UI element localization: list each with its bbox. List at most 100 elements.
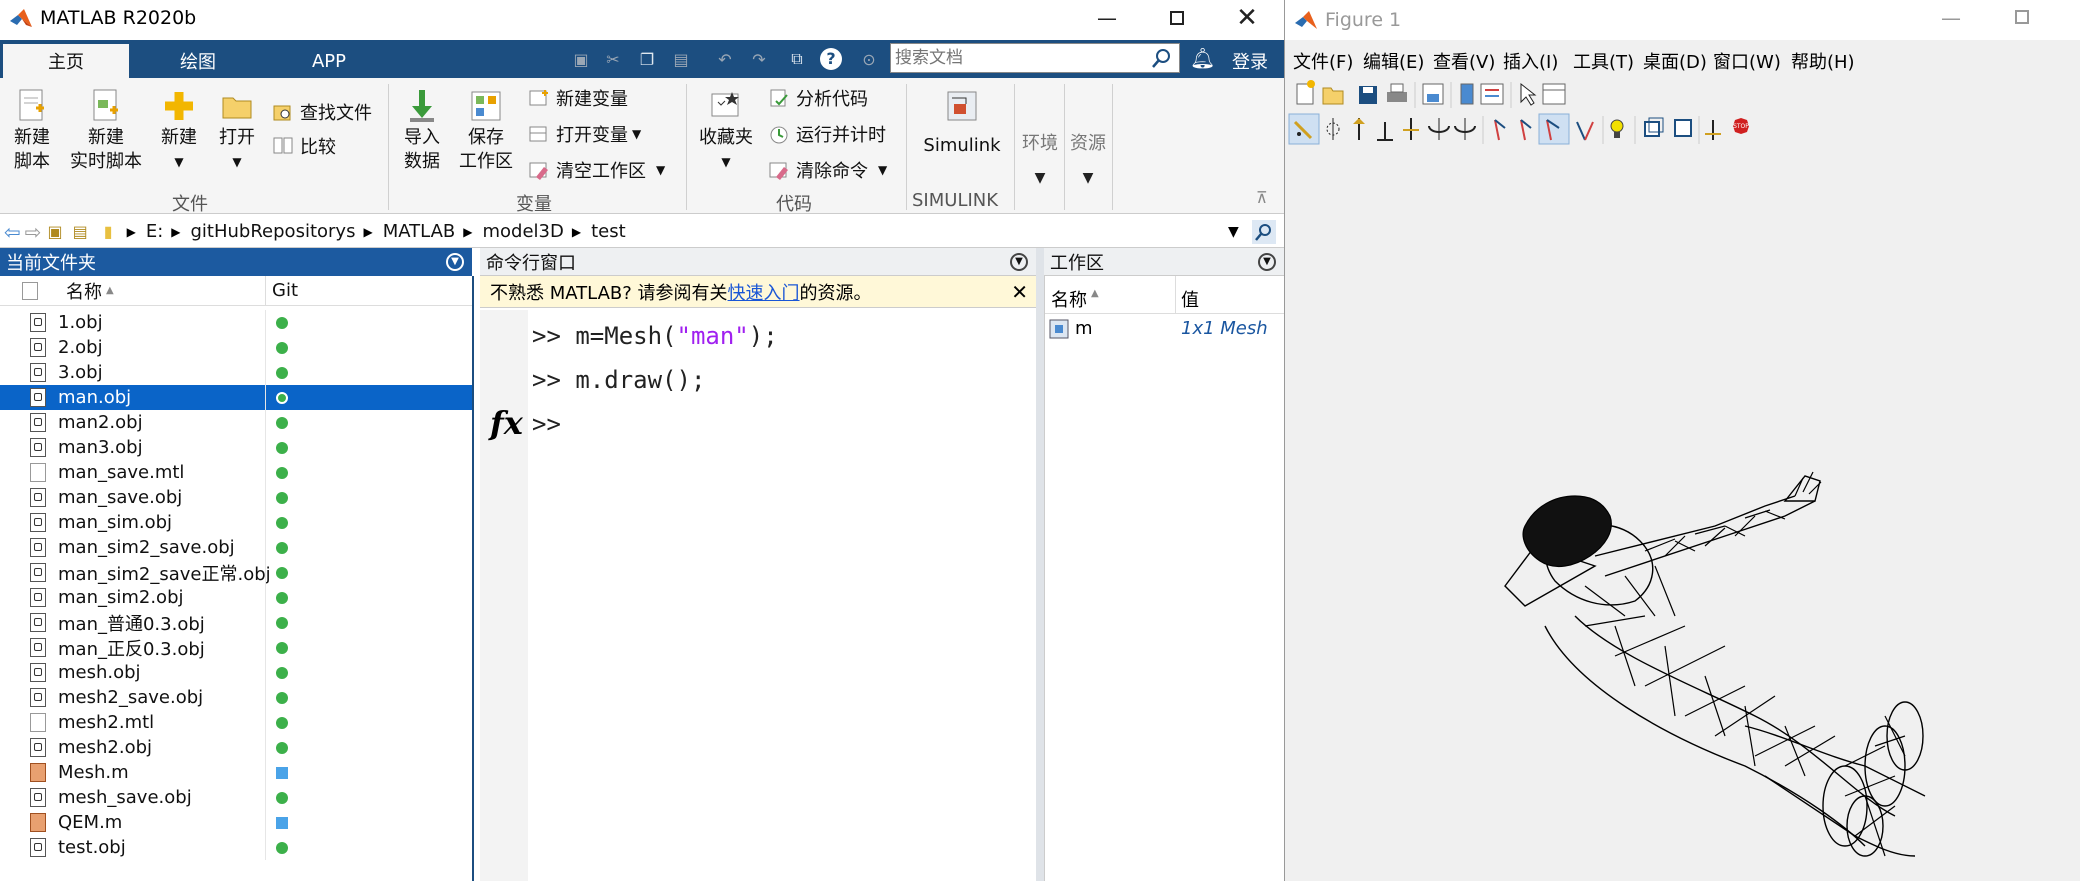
path-segment[interactable]: gitHubRepositorys [191, 221, 356, 242]
paste-icon[interactable]: ▤ [668, 46, 694, 72]
forward-icon[interactable]: ⇨ [25, 220, 42, 244]
panel-menu-icon[interactable]: ▼ [1258, 252, 1276, 271]
switch-windows-icon[interactable]: ⧉ [784, 46, 810, 72]
clear-workspace-button[interactable]: 清空工作区 ▼ [528, 156, 665, 184]
panel-splitter[interactable] [1036, 248, 1044, 881]
scene-light-icon[interactable] [1705, 120, 1721, 140]
file-row[interactable]: man_sim2.obj [0, 585, 472, 610]
workspace-row[interactable]: m 1x1 Mesh [1045, 316, 1284, 342]
figure-maximize-button[interactable] [2015, 10, 2029, 24]
edit-plot-arrow-icon[interactable] [1520, 82, 1537, 106]
file-row[interactable]: Mesh.m [0, 760, 472, 785]
copy-icon[interactable]: ❐ [634, 46, 660, 72]
new-script-button[interactable]: 新建 脚本 [10, 88, 54, 174]
function-browser-icon[interactable]: fx [490, 404, 523, 442]
file-row[interactable]: man_sim.obj [0, 510, 472, 535]
browse-folder-icon[interactable]: ▤ [73, 222, 88, 241]
file-row[interactable]: man_普通0.3.obj [0, 610, 472, 635]
panel-menu-icon[interactable]: ▼ [446, 253, 464, 271]
figure-minimize-button[interactable]: — [1941, 6, 1961, 30]
path-segment[interactable]: E: [146, 221, 163, 242]
data-cursor-icon[interactable] [1454, 118, 1476, 140]
panel-menu-icon[interactable]: ▼ [1010, 252, 1028, 271]
search-icon[interactable] [1151, 47, 1173, 69]
undo-icon[interactable]: ↶ [712, 46, 738, 72]
file-row[interactable]: 3.obj [0, 360, 472, 385]
new-dropdown-button[interactable]: 新建 ▼ [158, 88, 200, 174]
file-row[interactable]: 1.obj [0, 310, 472, 335]
doc-search-input[interactable] [891, 48, 1141, 68]
ws-value-column-header[interactable]: 值 [1181, 286, 1199, 312]
close-notice-icon[interactable]: ✕ [1011, 280, 1028, 304]
pan-icon[interactable] [1403, 118, 1419, 140]
save-figure-icon[interactable] [1359, 86, 1377, 104]
link-plot-icon[interactable] [1422, 83, 1444, 105]
command-prompt[interactable]: >> [532, 410, 561, 438]
data-tips-icon[interactable] [1326, 118, 1340, 140]
close-button[interactable]: ✕ [1212, 0, 1282, 36]
figure-menu-item[interactable]: 查看(V) [1433, 48, 1495, 74]
file-row[interactable]: test.obj [0, 835, 472, 860]
compare-button[interactable]: 比较 [272, 132, 336, 160]
figure-menu-item[interactable]: 帮助(H) [1791, 48, 1855, 74]
zoom-in-icon[interactable] [1353, 118, 1365, 140]
doc-search-box[interactable] [890, 43, 1180, 73]
figure-menu-item[interactable]: 文件(F) [1293, 48, 1353, 74]
print-icon[interactable] [1387, 83, 1407, 102]
file-row[interactable]: man_save.mtl [0, 460, 472, 485]
file-row[interactable]: man2.obj [0, 410, 472, 435]
open-dropdown-button[interactable]: 打开 ▼ [216, 88, 258, 174]
file-row[interactable]: mesh2.obj [0, 735, 472, 760]
path-segment[interactable]: model3D [482, 221, 563, 242]
property-inspector-icon[interactable] [1542, 83, 1566, 105]
colorbar-icon[interactable] [1460, 83, 1474, 105]
file-row[interactable]: mesh.obj [0, 660, 472, 685]
projection-perspective-icon[interactable] [1644, 117, 1664, 137]
back-icon[interactable]: ⇦ [4, 220, 21, 244]
file-row[interactable]: man_save.obj [0, 485, 472, 510]
save-workspace-button[interactable]: 保存 工作区 [456, 88, 516, 174]
cut-icon[interactable]: ✂ [600, 46, 626, 72]
collapse-ribbon-icon[interactable]: ⊼ [1256, 188, 1268, 207]
quick-start-link[interactable]: 快速入门 [728, 279, 800, 305]
import-data-button[interactable]: 导入 数据 [400, 88, 444, 174]
analyze-code-button[interactable]: 分析代码 [768, 84, 868, 112]
new-figure-icon[interactable] [1296, 80, 1315, 105]
file-row[interactable]: mesh2_save.obj [0, 685, 472, 710]
camera-orbit-icon[interactable] [1494, 119, 1506, 141]
new-variable-button[interactable]: 新建变量 [528, 84, 628, 112]
axes-canvas[interactable] [1285, 156, 2080, 881]
path-dropdown-icon[interactable]: ▼ [1228, 224, 1239, 240]
save-icon[interactable]: ▣ [568, 46, 594, 72]
file-row[interactable]: man3.obj [0, 435, 472, 460]
simulink-button[interactable]: Simulink [920, 88, 1004, 158]
file-row[interactable]: man.obj [0, 385, 472, 410]
file-row[interactable]: mesh2.mtl [0, 710, 472, 735]
login-link[interactable]: 登录 [1232, 48, 1268, 74]
environment-button[interactable]: 环境 ▼ [1018, 132, 1062, 190]
tab-home[interactable]: 主页 [3, 44, 129, 78]
notification-bell-icon[interactable]: 🔔︎ [1190, 46, 1215, 72]
ws-name-column-header[interactable]: 名称 [1051, 286, 1087, 312]
file-row[interactable]: man_sim2_save.obj [0, 535, 472, 560]
customize-qat-icon[interactable]: ⊙ [856, 46, 882, 72]
file-row[interactable]: man_sim2_save正常.obj [0, 560, 472, 585]
find-files-button[interactable]: 查找文件 [272, 98, 372, 126]
path-segment[interactable]: test [591, 221, 626, 242]
zoom-out-icon[interactable] [1377, 122, 1393, 141]
legend-icon[interactable] [1480, 83, 1504, 105]
stop-icon[interactable]: STOP [1733, 118, 1749, 134]
file-row[interactable]: QEM.m [0, 810, 472, 835]
camera-dolly-icon[interactable] [1576, 121, 1594, 141]
clear-commands-button[interactable]: 清除命令 ▼ [768, 156, 887, 184]
figure-menu-item[interactable]: 窗口(W) [1713, 48, 1781, 74]
git-column-header[interactable]: Git [272, 280, 298, 301]
file-row[interactable]: 2.obj [0, 335, 472, 360]
command-window[interactable]: >> m=Mesh("man"); >> m.draw(); >> [528, 310, 1036, 881]
redo-icon[interactable]: ↷ [746, 46, 772, 72]
figure-menu-item[interactable]: 工具(T) [1573, 48, 1634, 74]
light-bulb-icon[interactable] [1610, 119, 1624, 138]
rotate-3d-icon[interactable] [1428, 118, 1450, 140]
up-folder-icon[interactable]: ▣ [48, 222, 63, 241]
tab-apps[interactable]: APP [276, 44, 382, 78]
